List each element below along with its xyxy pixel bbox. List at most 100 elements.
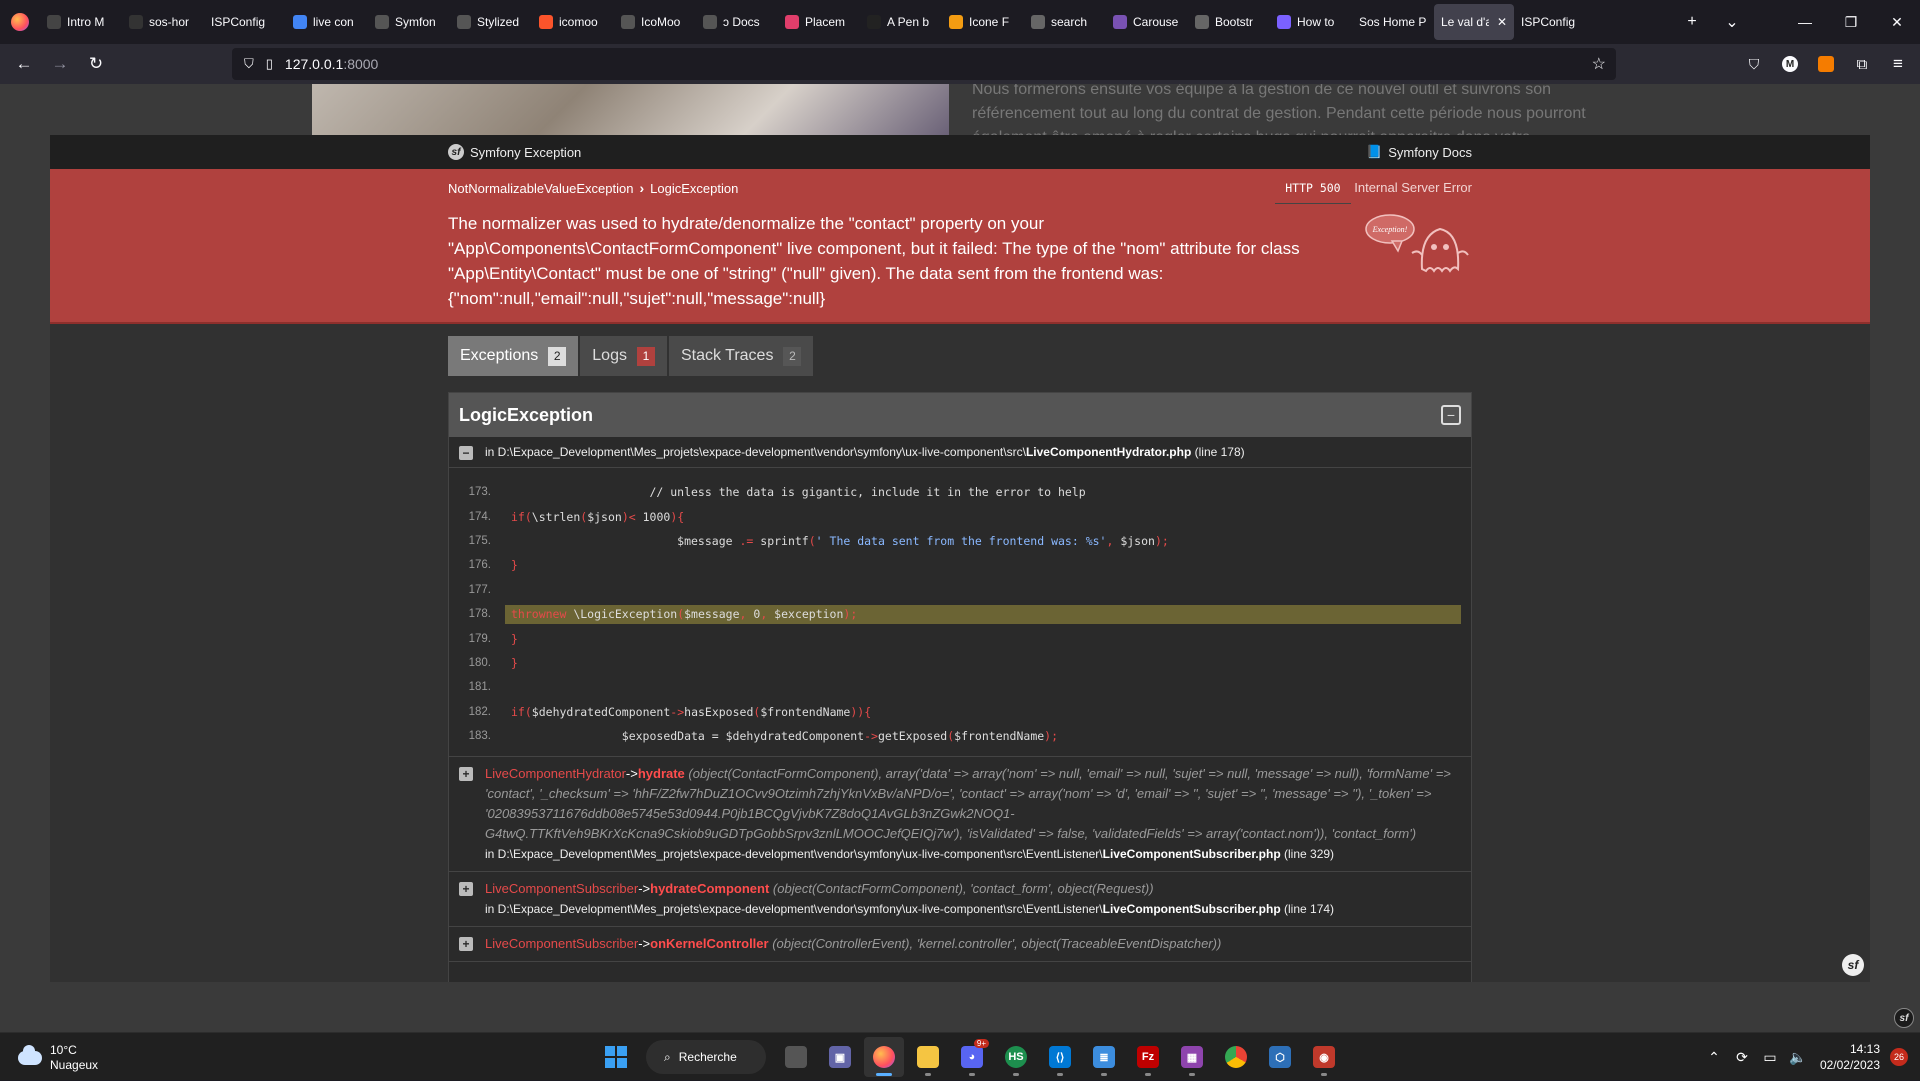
browser-tab[interactable]: Le val d'a ✕ — [1434, 4, 1514, 40]
crumb-logicexception[interactable]: LogicException — [650, 181, 738, 196]
collapse-trace-icon[interactable]: − — [1441, 405, 1461, 425]
notepad-icon[interactable]: ≣ — [1084, 1037, 1124, 1077]
account-icon[interactable]: M — [1772, 46, 1808, 82]
sync-icon[interactable]: ⟳ — [1728, 1049, 1756, 1066]
symfony-toolbar-icon[interactable]: sf — [1842, 954, 1864, 976]
browser-tab[interactable]: Placem — [778, 4, 860, 40]
hubspot-icon[interactable]: HS — [996, 1037, 1036, 1077]
virtualbox-icon[interactable]: ⬡ — [1260, 1037, 1300, 1077]
close-tab-icon[interactable]: ✕ — [1497, 15, 1507, 29]
line-number: 182. — [468, 705, 491, 718]
chrome-icon[interactable] — [1216, 1037, 1256, 1077]
expand-frame-icon[interactable]: + — [459, 767, 473, 782]
weather-condition: Nuageux — [50, 1058, 99, 1072]
stack-frame: + LiveComponentHydrator->hydrate (object(… — [449, 757, 1471, 873]
network-icon[interactable]: ▭ — [1756, 1049, 1784, 1066]
start-button[interactable] — [596, 1037, 636, 1077]
frame-file[interactable]: LiveComponentSubscriber.php — [1103, 847, 1281, 861]
list-all-tabs-icon[interactable]: ⌄ — [1712, 0, 1752, 44]
code-text: $exposedData = $dehydratedComponent -> get… — [511, 729, 1059, 744]
back-icon[interactable]: ← — [6, 46, 42, 82]
frame-class[interactable]: LiveComponentSubscriber — [485, 936, 638, 951]
url-bar[interactable]: ⛉ ▯ 127.0.0.1:8000 ☆ — [232, 48, 1616, 80]
frame-args: (object(ControllerEvent), 'kernel.contro… — [772, 936, 1222, 952]
browser-tab[interactable]: ISPConfig — [204, 4, 286, 40]
browser-tab[interactable]: How to — [1270, 4, 1352, 40]
close-window-icon[interactable]: ✕ — [1874, 0, 1920, 44]
background-photo — [312, 84, 949, 136]
pocket-icon[interactable]: ⛉ — [1736, 46, 1772, 82]
tab-logs[interactable]: Logs 1 — [580, 336, 667, 376]
frame-arrow: -> — [638, 881, 651, 897]
page-info-icon[interactable]: ▯ — [266, 56, 273, 72]
weather-temperature: 10°C — [50, 1043, 77, 1057]
code-text: } — [511, 631, 518, 646]
trace-file[interactable]: LiveComponentHydrator.php — [1026, 445, 1191, 459]
task-view-icon[interactable] — [776, 1037, 816, 1077]
volume-icon[interactable]: 🔈 — [1784, 1049, 1812, 1066]
browser-tab[interactable]: Carouse — [1106, 4, 1188, 40]
extensions-puzzle-icon[interactable]: ⧉ — [1844, 46, 1880, 82]
crumb-notnormalizable[interactable]: NotNormalizableValueException — [448, 181, 633, 196]
show-hidden-icons-icon[interactable]: ⌃ — [1700, 1049, 1728, 1066]
trace-location: − in D:\Expace_Development\Mes_projets\e… — [449, 437, 1471, 468]
bookmark-star-icon[interactable]: ☆ — [1592, 54, 1606, 74]
teams-chat-icon[interactable]: ▣ — [820, 1037, 860, 1077]
filezilla-icon[interactable]: Fz — [1128, 1037, 1168, 1077]
minimize-window-icon[interactable]: — — [1782, 0, 1828, 44]
symfony-docs-link[interactable]: 📘 Symfony Docs — [1366, 144, 1472, 160]
vscode-icon[interactable]: ⟨⟩ — [1040, 1037, 1080, 1077]
code-excerpt: 173. // unless the data is gigantic, inc… — [449, 468, 1471, 758]
frame-arrow: -> — [638, 936, 651, 952]
expand-frame-icon[interactable]: + — [459, 882, 473, 897]
screen-recorder-icon[interactable]: ◉ — [1304, 1037, 1344, 1077]
expand-frame-icon[interactable]: + — [459, 937, 473, 952]
browser-tab[interactable]: Stylized — [450, 4, 532, 40]
browser-tab[interactable]: Symfon — [368, 4, 450, 40]
browser-tab[interactable]: sos-hor — [122, 4, 204, 40]
browser-tab[interactable]: Intro M — [40, 4, 122, 40]
brave-icon — [539, 15, 553, 29]
forward-icon[interactable]: → — [42, 46, 78, 82]
symfony-debug-toolbar-icon[interactable]: sf — [1894, 1008, 1914, 1028]
bars-icon — [949, 15, 963, 29]
stack-frame: + LiveComponentSubscriber->hydrateCompone… — [449, 872, 1471, 928]
browser-tab[interactable]: Sos Home P — [1352, 4, 1434, 40]
restore-window-icon[interactable]: ❐ — [1828, 0, 1874, 44]
file-explorer-icon[interactable] — [908, 1037, 948, 1077]
weather-widget[interactable]: 10°C Nuageux — [18, 1043, 98, 1073]
collapse-frame-icon[interactable]: − — [459, 446, 473, 460]
notification-count[interactable]: 26 — [1890, 1048, 1908, 1066]
app-menu-icon[interactable]: ≡ — [1880, 46, 1916, 82]
frame-location: in D:\Expace_Development\Mes_projets\exp… — [485, 844, 1461, 864]
browser-tab[interactable]: IcoMoo — [614, 4, 696, 40]
winrar-icon[interactable]: ▦ — [1172, 1037, 1212, 1077]
windows-taskbar: 10°C Nuageux ⌕ Recherche ▣ ◕ 9+ HS ⟨⟩ ≣ F… — [0, 1032, 1920, 1080]
browser-tab[interactable]: search — [1024, 4, 1106, 40]
frame-class[interactable]: LiveComponentSubscriber — [485, 881, 638, 896]
browser-tab[interactable]: live con — [286, 4, 368, 40]
browser-tab[interactable]: Bootstr — [1188, 4, 1270, 40]
extension-icon[interactable] — [1808, 46, 1844, 82]
frame-file[interactable]: LiveComponentSubscriber.php — [1103, 902, 1281, 916]
clock[interactable]: 14:13 02/02/2023 — [1812, 1041, 1890, 1073]
reload-icon[interactable]: ↻ — [78, 46, 114, 82]
browser-tab[interactable]: ISPConfig — [1514, 4, 1596, 40]
frame-class[interactable]: LiveComponentHydrator — [485, 766, 626, 781]
tab-exceptions[interactable]: Exceptions 2 — [448, 336, 579, 376]
browser-tab[interactable]: Icone F — [942, 4, 1024, 40]
symfony-exception-panel: sf Symfony Exception 📘 Symfony Docs NotN… — [50, 135, 1870, 982]
browser-tab[interactable]: icomoo — [532, 4, 614, 40]
taskbar-search[interactable]: ⌕ Recherche — [646, 1040, 766, 1074]
firefox-menu-icon[interactable] — [0, 0, 40, 44]
browser-tab[interactable]: ↄ Docs — [696, 4, 778, 40]
discord-badge: 9+ — [973, 1039, 989, 1048]
shield-icon[interactable]: ⛉ — [244, 56, 254, 72]
tab-label: live con — [313, 15, 354, 29]
discord-icon[interactable]: ◕ 9+ — [952, 1037, 992, 1077]
tab-stack-traces[interactable]: Stack Traces 2 — [668, 336, 814, 376]
taskbar-firefox-icon[interactable] — [864, 1037, 904, 1077]
arrow-icon — [785, 15, 799, 29]
browser-tab[interactable]: A Pen b — [860, 4, 942, 40]
new-tab-button[interactable]: + — [1672, 0, 1712, 44]
